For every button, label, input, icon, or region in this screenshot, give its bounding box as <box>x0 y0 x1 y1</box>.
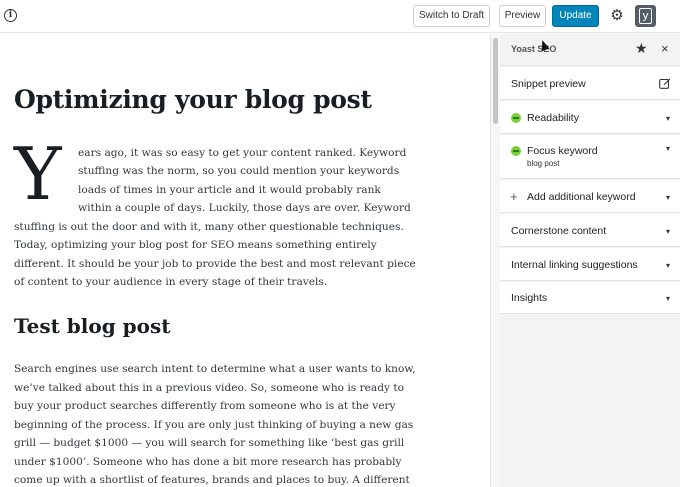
panel-focus-keyword[interactable]: Focus keyword blog post ▾ <box>500 135 680 179</box>
panel-readability[interactable]: Readability ▾ <box>500 101 680 134</box>
panel-label: Focus keyword <box>527 145 598 157</box>
panel-label: Add additional keyword <box>527 191 636 203</box>
chevron-down-icon: ▾ <box>666 227 671 236</box>
paragraph-line[interactable]: buy your product searches differently fr… <box>14 399 396 413</box>
section-heading[interactable]: Test blog post <box>14 314 170 338</box>
preview-button[interactable]: Preview <box>499 5 546 27</box>
panel-label: Insights <box>511 292 548 304</box>
chevron-down-icon: ▾ <box>666 294 671 303</box>
editor-toolbar: i Switch to Draft Preview Update ⚙ y <box>0 0 680 33</box>
paragraph-line[interactable]: stuffing is out the door and with it, ma… <box>14 220 404 234</box>
chevron-down-icon: ▾ <box>666 261 671 270</box>
panel-internal-linking[interactable]: Internal linking suggestions ▾ <box>500 248 680 281</box>
editor-scrollbar[interactable] <box>490 34 500 487</box>
post-title[interactable]: Optimizing your blog post <box>14 85 372 114</box>
chevron-down-icon: ▾ <box>666 193 671 202</box>
paragraph-line[interactable]: we’ve talked about this in a previous vi… <box>14 381 404 395</box>
paragraph-line[interactable]: beginning of the process. If you are onl… <box>14 418 413 432</box>
paragraph-line[interactable]: of content to your audience in every sta… <box>14 275 327 289</box>
panel-label: Internal linking suggestions <box>511 259 638 271</box>
paragraph-line[interactable]: Today, optimizing your blog post for SEO… <box>14 238 377 252</box>
edit-icon <box>659 78 671 89</box>
info-icon[interactable]: i <box>4 9 17 22</box>
yoast-toggle-button[interactable]: y <box>635 5 656 27</box>
panel-label: Cornerstone content <box>511 225 607 237</box>
chevron-down-icon: ▾ <box>666 144 671 153</box>
sidebar-title: Yoast SEO <box>511 44 557 54</box>
plus-icon: + <box>510 189 518 204</box>
scrollbar-thumb[interactable] <box>493 38 498 124</box>
yoast-sidebar: Yoast SEO ★ × Snippet preview Readabilit… <box>500 34 680 487</box>
editor-canvas[interactable]: Optimizing your blog post Y ears ago, it… <box>0 34 490 487</box>
paragraph-line[interactable]: under $1000’. Someone who has done a bit… <box>14 455 401 469</box>
switch-to-draft-button[interactable]: Switch to Draft <box>413 5 490 27</box>
paragraph-line[interactable]: loads of times in your article and it wo… <box>78 183 381 197</box>
drop-cap: Y <box>14 132 62 216</box>
panel-label: Snippet preview <box>511 78 586 90</box>
chevron-down-icon: ▾ <box>666 114 671 123</box>
paragraph-line[interactable]: different. It should be your job to prov… <box>14 257 416 271</box>
close-icon[interactable]: × <box>661 41 669 56</box>
panel-cornerstone[interactable]: Cornerstone content ▾ <box>500 214 680 247</box>
star-icon[interactable]: ★ <box>635 40 648 57</box>
paragraph-line[interactable]: stuffing was the norm, so you could ment… <box>78 164 399 178</box>
panel-label: Readability <box>527 112 579 124</box>
panel-insights[interactable]: Insights ▾ <box>500 282 680 314</box>
paragraph-line[interactable]: come up with a shortlist of features, br… <box>14 473 410 487</box>
gear-icon[interactable]: ⚙ <box>608 7 626 25</box>
focus-keyword-good-icon <box>511 146 521 156</box>
readability-good-icon <box>511 113 521 123</box>
panel-add-keyword[interactable]: + Add additional keyword ▾ <box>500 180 680 213</box>
paragraph-line[interactable]: grill — budget $1000 — you will search f… <box>14 436 404 450</box>
panel-snippet-preview[interactable]: Snippet preview <box>500 67 680 100</box>
paragraph-line[interactable]: within a couple of days. Luckily, those … <box>78 201 411 215</box>
update-button[interactable]: Update <box>552 5 599 27</box>
paragraph-line[interactable]: ears ago, it was so easy to get your con… <box>78 146 406 160</box>
sidebar-header: Yoast SEO ★ × <box>500 34 680 66</box>
focus-keyword-value: blog post <box>527 159 560 168</box>
yoast-icon: y <box>639 8 652 24</box>
paragraph-line[interactable]: Search engines use search intent to dete… <box>14 362 416 376</box>
